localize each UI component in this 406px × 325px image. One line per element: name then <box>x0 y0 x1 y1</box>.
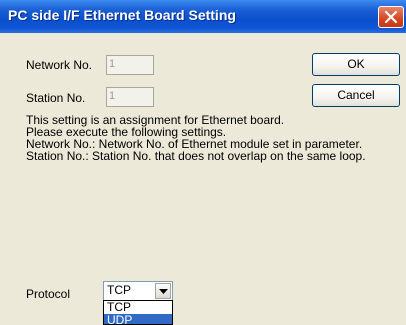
network-no-label: Network No. <box>26 58 93 72</box>
dialog-body: Network No. 1 Station No. 1 OK Cancel Th… <box>3 33 403 325</box>
station-no-field[interactable]: 1 <box>106 87 154 107</box>
ok-button[interactable]: OK <box>312 53 400 76</box>
network-no-field[interactable]: 1 <box>106 55 154 75</box>
station-no-label: Station No. <box>26 91 86 105</box>
dialog-window: PC side I/F Ethernet Board Setting Netwo… <box>0 0 406 325</box>
protocol-option-udp[interactable]: UDP <box>104 314 172 324</box>
close-icon <box>384 10 398 24</box>
protocol-selected-value: TCP <box>107 283 131 297</box>
protocol-dropdown-list: TCP UDP <box>103 300 173 325</box>
chevron-down-icon <box>159 289 168 294</box>
title-bar[interactable]: PC side I/F Ethernet Board Setting <box>0 0 406 33</box>
window-title: PC side I/F Ethernet Board Setting <box>8 7 236 23</box>
cancel-button[interactable]: Cancel <box>312 84 400 107</box>
close-button[interactable] <box>378 6 404 28</box>
dropdown-arrow-button[interactable] <box>155 283 171 299</box>
protocol-label: Protocol <box>26 287 71 301</box>
info-line: Station No.: Station No. that does not o… <box>26 149 366 163</box>
protocol-select[interactable]: TCP <box>103 281 173 301</box>
